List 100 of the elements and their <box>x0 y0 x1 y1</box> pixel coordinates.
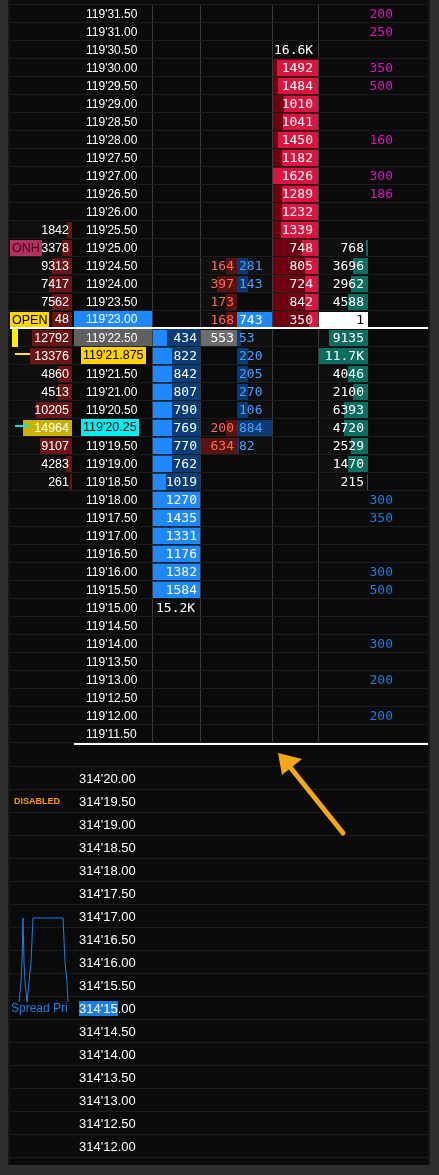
bid-size: 1382 <box>165 564 198 579</box>
bid-size: 1584 <box>165 582 198 597</box>
traded-volume: 6393 <box>332 402 365 417</box>
buy-volume: 205 <box>238 366 264 381</box>
price-cell: 119'31.50 <box>74 5 153 22</box>
bid-size: 1019 <box>165 474 198 489</box>
buy-volume: 270 <box>238 384 264 399</box>
profile-volume: 9107 <box>41 438 70 453</box>
traded-volume: 2529 <box>332 438 365 453</box>
price-cell: 119'28.50 <box>74 113 153 130</box>
price-cell: 119'24.50 <box>74 257 153 274</box>
working-order[interactable]: 350 <box>369 510 396 525</box>
bid-total: 15.2K <box>155 600 197 615</box>
spread-price: 314'14.00 <box>79 1046 136 1062</box>
ask-size: 1339 <box>281 222 314 237</box>
price-cell: 119'25.00 <box>74 239 153 256</box>
traded-volume: 4720 <box>332 420 365 435</box>
price-cell: 119'12.50 <box>74 689 153 706</box>
price-cell: 119'27.50 <box>74 149 153 166</box>
working-order[interactable]: 300 <box>369 636 396 651</box>
traded-volume: 2100 <box>332 384 365 399</box>
profile-volume: 14964 <box>34 420 70 435</box>
buy-volume: 884 <box>238 420 264 435</box>
buy-volume: 143 <box>238 276 264 291</box>
profile-volume: 7417 <box>41 276 70 291</box>
session-tag: OPEN <box>10 312 50 327</box>
ask-size: 1450 <box>281 132 314 147</box>
spread-price: 314'13.00 <box>79 1092 136 1108</box>
buy-volume: 281 <box>238 258 264 273</box>
spread-price: 314'16.00 <box>79 954 136 970</box>
working-order[interactable]: 200 <box>369 672 396 687</box>
profile-volume: 10205 <box>34 402 70 417</box>
ask-size: 724 <box>289 276 314 291</box>
ask-size: 1484 <box>281 78 314 93</box>
working-order[interactable]: 300 <box>369 564 396 579</box>
buy-volume: 220 <box>238 348 264 363</box>
working-order[interactable]: 200 <box>369 708 396 723</box>
working-order[interactable]: 500 <box>369 78 396 93</box>
bid-size: 769 <box>173 420 198 435</box>
price-cell: 119'23.00 <box>74 311 153 327</box>
price-cell: 119'30.50 <box>74 41 153 58</box>
status-label: DISABLED <box>13 796 60 806</box>
traded-volume: 9135 <box>332 330 365 345</box>
sell-volume: 553 <box>210 330 235 345</box>
session-tag: ONH <box>10 240 42 256</box>
ask-size: 1626 <box>281 168 314 183</box>
ask-size: 1010 <box>281 96 314 111</box>
price-cell: 119'11.50 <box>74 725 153 742</box>
profile-volume: 13376 <box>34 348 70 363</box>
traded-volume: 3696 <box>332 258 365 273</box>
price-cell: 119'27.00 <box>74 167 153 184</box>
price-cell: 119'15.00 <box>74 599 153 616</box>
profile-volume: 12792 <box>34 330 70 345</box>
ask-total: 16.6K <box>273 42 315 57</box>
ask-size: 805 <box>289 258 314 273</box>
bid-size: 1270 <box>165 492 198 507</box>
traded-volume: 1 <box>356 311 365 327</box>
price-label: 119'20.25 <box>81 419 139 436</box>
ask-size: 1182 <box>281 150 314 165</box>
bid-size: 822 <box>173 348 198 363</box>
price-cell: 119'24.00 <box>74 275 153 292</box>
working-order[interactable]: 160 <box>369 132 396 147</box>
buy-volume: 82 <box>238 438 256 453</box>
working-order[interactable]: 200 <box>369 6 396 21</box>
price-cell: 119'13.50 <box>74 653 153 670</box>
working-order[interactable]: 250 <box>369 24 396 39</box>
price-cell: 119'13.00 <box>74 671 153 688</box>
profile-volume: 4860 <box>41 366 70 381</box>
sell-volume: 200 <box>210 420 235 435</box>
ask-size: 350 <box>289 311 314 327</box>
price-cell: 119'14.00 <box>74 635 153 652</box>
bid-size: 790 <box>173 402 198 417</box>
bid-size: 1435 <box>165 510 198 525</box>
price-cell: 119'26.00 <box>74 203 153 220</box>
price-cell: 119'23.50 <box>74 293 153 310</box>
price-cell: 119'14.50 <box>74 617 153 634</box>
profile-volume: 1842 <box>41 222 70 237</box>
ask-size: 1289 <box>281 186 314 201</box>
spread-price: 314'20.00 <box>79 770 136 786</box>
spread-price: 314'18.50 <box>79 839 136 855</box>
spread-price: 314'12.50 <box>79 1115 136 1131</box>
sell-volume: 397 <box>210 276 235 291</box>
working-order[interactable]: 300 <box>369 168 396 183</box>
profile-volume: 48 <box>55 312 70 326</box>
price-cell: 119'30.00 <box>74 59 153 76</box>
buy-volume: 53 <box>238 330 256 345</box>
ask-size: 748 <box>289 240 314 255</box>
working-order[interactable]: 300 <box>369 492 396 507</box>
working-order[interactable]: 350 <box>369 60 396 75</box>
ask-size: 1492 <box>281 60 314 75</box>
profile-volume: 9313 <box>41 258 70 273</box>
traded-volume: 768 <box>340 240 365 255</box>
working-order[interactable]: 500 <box>369 582 396 597</box>
bid-size: 1176 <box>165 546 198 561</box>
price-cell: 119'29.50 <box>74 77 153 94</box>
bid-size: 762 <box>173 456 198 471</box>
buy-volume: 106 <box>238 402 264 417</box>
spread-price: .00 <box>117 1000 136 1016</box>
working-order[interactable]: 186 <box>369 186 396 201</box>
price-cell: 119'25.50 <box>74 221 153 238</box>
